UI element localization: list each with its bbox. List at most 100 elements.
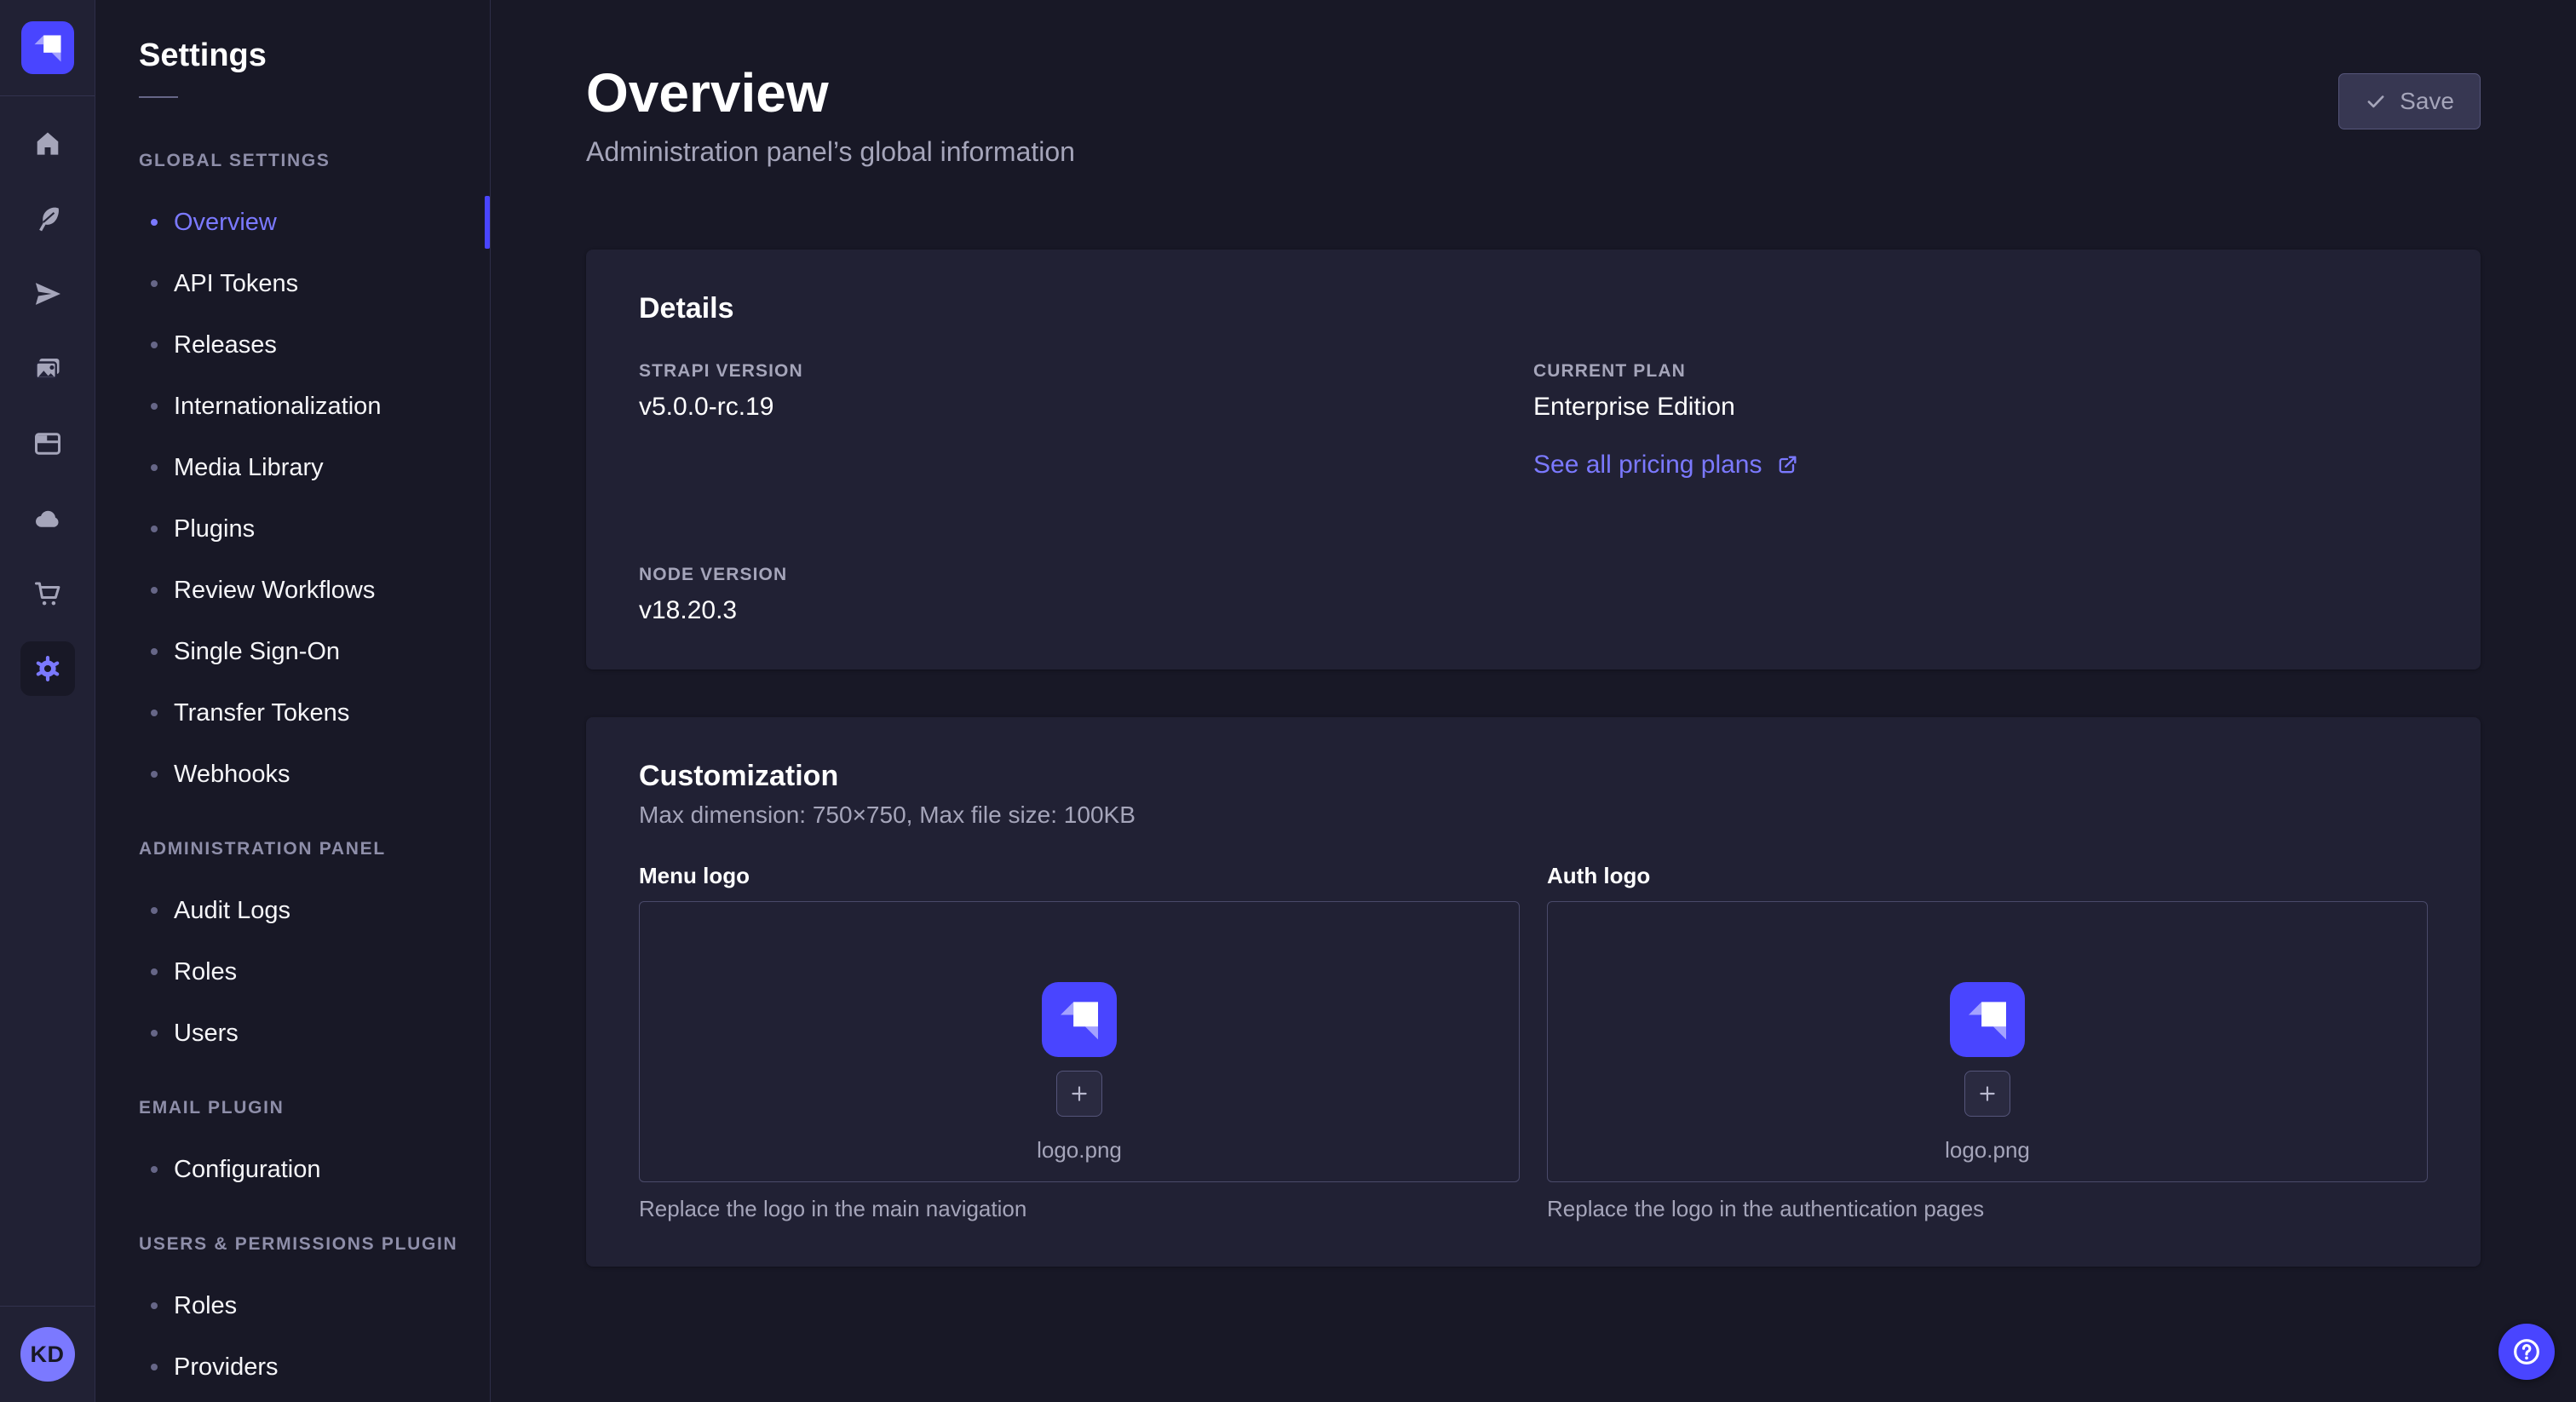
- rail-item-home[interactable]: [0, 106, 95, 181]
- sidebar-item-audit-logs[interactable]: Audit Logs: [95, 880, 490, 941]
- page-subtitle: Administration panel’s global informatio…: [586, 136, 2481, 168]
- main-content: Overview Administration panel’s global i…: [491, 0, 2576, 1402]
- details-heading: Details: [639, 292, 2428, 325]
- sidebar-item-label: Webhooks: [174, 761, 290, 789]
- sidebar-item-admin-users[interactable]: Users: [95, 1003, 490, 1064]
- section-email-plugin: EMAIL PLUGIN Configuration: [95, 1077, 490, 1200]
- menu-logo-dropzone[interactable]: logo.png: [639, 901, 1520, 1182]
- cloud-icon: [32, 503, 63, 534]
- bullet-icon: [151, 280, 158, 287]
- bullet-icon: [151, 710, 158, 716]
- customization-constraints: Max dimension: 750×750, Max file size: 1…: [639, 802, 2428, 829]
- sidebar-item-plugins[interactable]: Plugins: [95, 498, 490, 560]
- sidebar-item-label: Internationalization: [174, 393, 381, 421]
- field-strapi-version: STRAPI VERSION v5.0.0-rc.19: [639, 361, 1533, 480]
- section-global-settings: GLOBAL SETTINGS Overview API Tokens Rele…: [95, 130, 490, 805]
- sidebar-item-internationalization[interactable]: Internationalization: [95, 376, 490, 437]
- bullet-icon: [151, 968, 158, 975]
- menu-logo-field: Menu logo logo.png Replace the logo in t…: [639, 863, 1520, 1222]
- sidebar-item-admin-roles[interactable]: Roles: [95, 941, 490, 1003]
- sidebar-item-single-sign-on[interactable]: Single Sign-On: [95, 621, 490, 682]
- auth-logo-label: Auth logo: [1547, 863, 2428, 889]
- rail-item-media-library[interactable]: [0, 331, 95, 406]
- subnav-title: Settings: [139, 37, 490, 74]
- check-icon: [2365, 90, 2387, 112]
- feather-icon: [32, 204, 63, 234]
- page-title: Overview: [586, 61, 2481, 124]
- cart-icon: [32, 578, 63, 609]
- bullet-icon: [151, 648, 158, 655]
- pricing-plans-link[interactable]: See all pricing plans: [1533, 451, 1799, 480]
- sidebar-item-up-providers[interactable]: Providers: [95, 1336, 490, 1398]
- user-avatar[interactable]: KD: [20, 1327, 75, 1382]
- section-label: USERS & PERMISSIONS PLUGIN: [95, 1214, 490, 1275]
- bullet-icon: [151, 464, 158, 471]
- main-nav-rail: KD: [0, 0, 95, 1402]
- rail-item-content-manager[interactable]: [0, 406, 95, 481]
- details-card: Details STRAPI VERSION v5.0.0-rc.19 CURR…: [586, 250, 2481, 669]
- sidebar-item-releases[interactable]: Releases: [95, 314, 490, 376]
- gear-icon: [32, 653, 63, 684]
- sidebar-item-label: Media Library: [174, 454, 324, 482]
- field-current-plan: CURRENT PLAN Enterprise Edition See all …: [1533, 361, 2428, 480]
- external-link-icon: [1775, 453, 1799, 477]
- section-label: ADMINISTRATION PANEL: [95, 819, 490, 880]
- bullet-icon: [151, 1166, 158, 1173]
- settings-active-tile: [20, 641, 75, 696]
- auth-logo-filename: logo.png: [1945, 1137, 2030, 1164]
- customization-heading: Customization: [639, 760, 2428, 793]
- bullet-icon: [151, 1364, 158, 1370]
- sidebar-item-label: API Tokens: [174, 270, 298, 298]
- sidebar-item-label: Audit Logs: [174, 897, 290, 925]
- menu-logo-add-button[interactable]: [1056, 1071, 1102, 1117]
- field-value: v5.0.0-rc.19: [639, 393, 1533, 422]
- sidebar-item-overview[interactable]: Overview: [95, 192, 490, 253]
- sidebar-item-label: Providers: [174, 1353, 279, 1382]
- sidebar-item-webhooks[interactable]: Webhooks: [95, 744, 490, 805]
- rail-item-marketplace[interactable]: [0, 556, 95, 631]
- bullet-icon: [151, 342, 158, 348]
- sidebar-item-label: Transfer Tokens: [174, 699, 349, 727]
- help-button[interactable]: [2498, 1324, 2555, 1380]
- save-button[interactable]: Save: [2338, 73, 2481, 129]
- strapi-logo-icon[interactable]: [21, 21, 74, 74]
- sidebar-item-label: Roles: [174, 958, 237, 986]
- sidebar-item-label: Configuration: [174, 1156, 321, 1184]
- auth-logo-dropzone[interactable]: logo.png: [1547, 901, 2428, 1182]
- field-label: STRAPI VERSION: [639, 361, 1533, 382]
- rail-item-content-builder[interactable]: [0, 181, 95, 256]
- field-value: Enterprise Edition: [1533, 393, 2428, 422]
- sidebar-item-media-library[interactable]: Media Library: [95, 437, 490, 498]
- menu-logo-filename: logo.png: [1037, 1137, 1122, 1164]
- sidebar-item-label: Plugins: [174, 515, 255, 543]
- sidebar-item-transfer-tokens[interactable]: Transfer Tokens: [95, 682, 490, 744]
- save-button-label: Save: [2400, 88, 2454, 115]
- sidebar-item-label: Overview: [174, 209, 277, 237]
- field-label: CURRENT PLAN: [1533, 361, 2428, 382]
- sidebar-item-api-tokens[interactable]: API Tokens: [95, 253, 490, 314]
- sidebar-item-up-roles[interactable]: Roles: [95, 1275, 490, 1336]
- sidebar-item-label: Review Workflows: [174, 577, 375, 605]
- sidebar-item-email-configuration[interactable]: Configuration: [95, 1139, 490, 1200]
- plus-icon: [1976, 1083, 1998, 1105]
- auth-logo-add-button[interactable]: [1964, 1071, 2010, 1117]
- sidebar-item-review-workflows[interactable]: Review Workflows: [95, 560, 490, 621]
- rail-item-releases[interactable]: [0, 256, 95, 331]
- field-value: v18.20.3: [639, 596, 1533, 625]
- sidebar-item-label: Users: [174, 1020, 239, 1048]
- bullet-icon: [151, 219, 158, 226]
- section-label: EMAIL PLUGIN: [95, 1077, 490, 1139]
- question-mark-icon: [2510, 1335, 2544, 1369]
- bullet-icon: [151, 587, 158, 594]
- layout-icon: [32, 428, 63, 459]
- menu-logo-preview: [1042, 982, 1117, 1057]
- sidebar-item-label: Roles: [174, 1292, 237, 1320]
- menu-logo-label: Menu logo: [639, 863, 1520, 889]
- bullet-icon: [151, 907, 158, 914]
- rail-item-cloud[interactable]: [0, 481, 95, 556]
- bullet-icon: [151, 771, 158, 778]
- bullet-icon: [151, 403, 158, 410]
- sidebar-item-label: Releases: [174, 331, 277, 359]
- pricing-plans-link-label: See all pricing plans: [1533, 451, 1762, 480]
- rail-item-settings[interactable]: [0, 631, 95, 706]
